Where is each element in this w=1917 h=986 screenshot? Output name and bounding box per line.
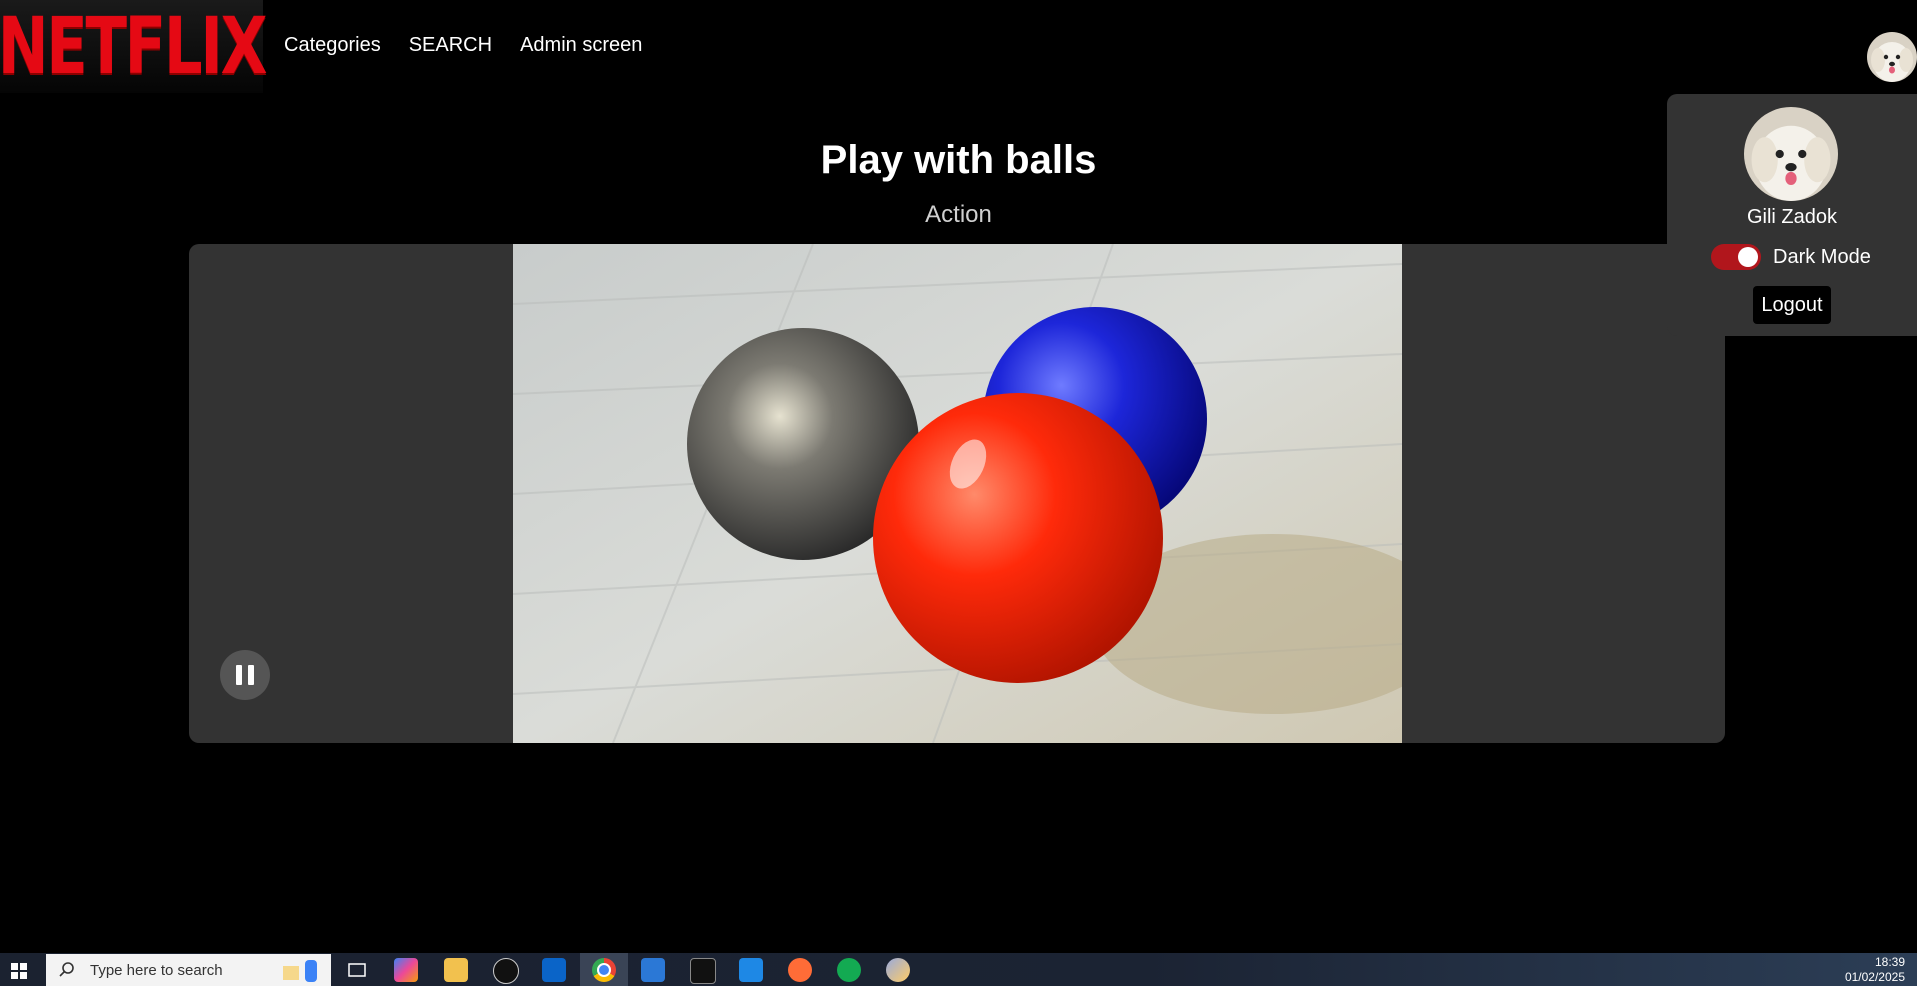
vscode-icon[interactable] [739, 958, 763, 982]
nav-categories-link[interactable]: Categories [284, 34, 381, 57]
nav-search-link[interactable]: SEARCH [409, 34, 492, 57]
postman-icon[interactable] [788, 958, 812, 982]
task-view-icon[interactable] [345, 958, 369, 982]
taskbar-search-input[interactable]: Type here to search [46, 954, 331, 986]
logout-button[interactable]: Logout [1753, 286, 1831, 324]
dog-avatar-icon [1867, 32, 1917, 82]
profile-avatar-button[interactable] [1867, 32, 1917, 82]
nav-admin-link[interactable]: Admin screen [520, 34, 642, 57]
file-explorer-icon[interactable] [444, 958, 468, 982]
movie-genre: Action [925, 201, 992, 228]
windows-taskbar: Type here to search 18:39 01/02/2025 [0, 953, 1917, 986]
dark-mode-row: Dark Mode [1711, 244, 1871, 270]
logo-text: NETFLIX [0, 1, 268, 92]
windows-start-icon[interactable] [11, 963, 27, 979]
video-player[interactable] [189, 244, 1725, 743]
taskbar-search-placeholder: Type here to search [90, 961, 223, 979]
dark-mode-label: Dark Mode [1773, 245, 1871, 268]
clock-date: 01/02/2025 [1844, 970, 1905, 984]
chrome-icon[interactable] [592, 958, 616, 982]
outlook-icon[interactable] [542, 958, 566, 982]
pause-icon [236, 665, 242, 685]
pause-button[interactable] [220, 650, 270, 700]
username: Gili Zadok [1746, 206, 1838, 228]
terminal-icon[interactable] [690, 958, 716, 984]
clock-time: 18:39 [1874, 955, 1905, 969]
movie-title: Play with balls [820, 138, 1097, 182]
paint-icon[interactable] [886, 958, 910, 982]
dog-avatar-icon [1744, 107, 1838, 201]
store-icon[interactable] [641, 958, 665, 982]
video-frame[interactable] [513, 244, 1402, 743]
search-icon [59, 962, 74, 977]
mongodb-icon[interactable] [837, 958, 861, 982]
menu-avatar [1744, 107, 1838, 201]
profile-menu: Gili Zadok Dark Mode Logout [1667, 94, 1917, 336]
search-highlight-icon [283, 960, 317, 982]
copilot-icon[interactable] [394, 958, 418, 982]
dell-icon[interactable] [493, 958, 519, 984]
dark-mode-toggle[interactable] [1711, 244, 1761, 270]
main-nav: Categories SEARCH Admin screen [284, 34, 642, 57]
taskbar-clock[interactable]: 18:39 01/02/2025 [1845, 955, 1905, 985]
netflix-logo[interactable]: NETFLIX [0, 0, 268, 93]
